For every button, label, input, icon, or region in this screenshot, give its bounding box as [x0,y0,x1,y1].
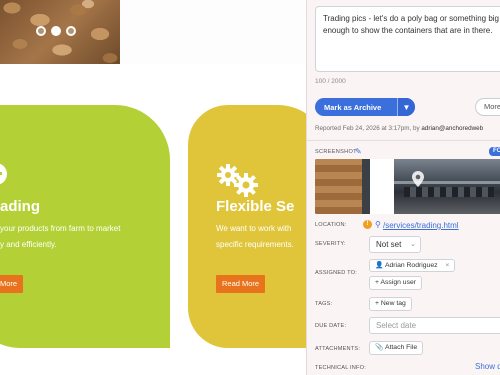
plus-icon: + [375,300,379,307]
chevron-down-icon: ⌄ [410,241,416,248]
location-pin-icon [412,171,424,187]
assigned-label: ASSIGNED TO: [315,270,357,276]
user-icon: 👤 [375,262,384,269]
read-more-button[interactable]: Read More [216,275,266,293]
attach-file-label: Attach File [384,344,418,351]
new-tag-button[interactable]: + New tag [369,297,412,311]
reported-info: Reported Feb 24, 2026 at 3:17pm, by adri… [315,125,483,132]
carousel-dot-active[interactable] [51,26,61,36]
char-counter: 100 / 2000 [315,78,346,85]
description-textarea[interactable]: Trading pics - let's do a poly bag or so… [315,6,500,72]
carousel-dot[interactable] [36,26,46,36]
card-title: ading [0,198,40,215]
severity-value: Not set [376,240,402,249]
technical-info-label: TECHNICAL INFO: [315,365,366,371]
severity-label: SEVERITY: [315,241,346,247]
more-button[interactable]: More [475,98,500,116]
gears-icon [216,163,260,197]
divider [307,140,500,141]
boxes-image-region [315,159,370,214]
severity-select[interactable]: Not set ⌄ [369,236,421,253]
card-text-line: We want to work with [216,224,292,233]
screenshot-label: SCREENSHOT [315,149,357,155]
website-background: ading your products from farm to market … [0,0,306,375]
hero-gap [120,0,306,64]
tags-label: TAGS: [315,301,333,307]
carousel-dots [36,26,76,36]
warning-icon: ! [363,220,372,229]
carousel-dot[interactable] [66,26,76,36]
feedback-panel: Trading pics - let's do a poly bag or so… [306,0,500,375]
card-title: Flexible Se [216,198,295,215]
mark-archive-button[interactable]: Mark as Archive ▼ [315,98,415,116]
reported-text: Reported Feb 24, 2026 at 3:17pm, by [315,125,420,132]
assignee-name: Adrian Rodriguez [384,262,438,269]
edit-icon[interactable]: ✎ [355,147,362,156]
hero-image [0,0,120,64]
card-text-line: your products from farm to market [0,224,121,233]
add-user-icon: + [375,279,379,286]
card-text-line: y and efficiently. [0,240,57,249]
screenshot-thumbnail[interactable] [315,159,500,214]
card-text-line: specific requirements. [216,240,294,249]
chevron-down-icon[interactable]: ▼ [397,98,415,116]
assign-user-label: Assign user [380,279,417,286]
assignee-chip: 👤 Adrian Rodriguez × [369,259,456,272]
reporter-email: adrian@anchoredweb [421,125,484,132]
status-badge: FO [489,147,500,156]
attachments-label: ATTACHMENTS: [315,346,361,352]
card-text: We want to work with specific requiremen… [216,221,294,253]
mark-archive-label: Mark as Archive [324,102,382,112]
location-link[interactable]: /services/trading.html [383,221,459,230]
location-label: LOCATION: [315,222,347,228]
card-text: your products from farm to market y and … [0,221,120,253]
due-date-input[interactable]: Select date [369,317,500,334]
map-pin-icon: ⚲ [375,220,381,229]
due-date-label: DUE DATE: [315,323,347,329]
service-card-trading: ading your products from farm to market … [0,105,170,348]
assign-user-button[interactable]: + Assign user [369,276,423,290]
blank-region [370,159,394,214]
read-more-button[interactable]: More [0,275,24,293]
attach-file-button[interactable]: 📎 Attach File [369,341,424,355]
warehouse-image-region [394,159,500,214]
new-tag-label: New tag [380,300,406,307]
service-card-flexible: Flexible Se We want to work with specifi… [188,105,306,348]
trading-icon [0,163,7,185]
show-details-link[interactable]: Show d [475,362,500,371]
paperclip-icon: 📎 [375,344,384,351]
remove-assignee-icon[interactable]: × [445,262,449,269]
